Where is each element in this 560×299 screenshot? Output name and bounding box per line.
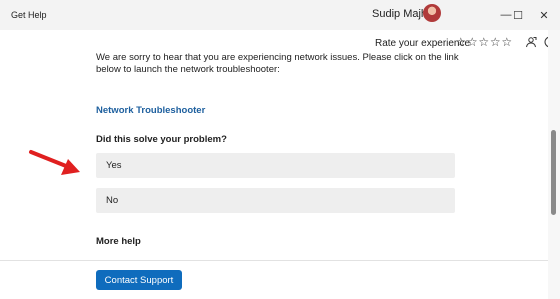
no-option-button[interactable]: No: [96, 188, 455, 213]
star-icon[interactable]: ☆: [455, 35, 467, 49]
no-label: No: [106, 195, 119, 206]
star-icon[interactable]: ☆: [478, 35, 490, 49]
app-title: Get Help: [11, 10, 47, 20]
star-icon[interactable]: ☆: [467, 35, 479, 49]
star-icon[interactable]: ☆: [490, 35, 502, 49]
contact-support-label: Contact Support: [104, 274, 174, 286]
footer-divider: [0, 260, 548, 261]
more-help-heading: More help: [96, 236, 141, 247]
red-arrow-icon: [29, 150, 80, 175]
yes-option-button[interactable]: Yes: [96, 153, 455, 178]
contact-support-button[interactable]: Contact Support: [96, 270, 182, 290]
star-rating[interactable]: ☆ ☆ ☆ ☆ ☆: [455, 35, 513, 49]
network-troubleshooter-link[interactable]: Network Troubleshooter: [96, 105, 205, 116]
share-icon[interactable]: [524, 35, 538, 49]
scrollbar-thumb[interactable]: [551, 130, 556, 215]
avatar[interactable]: [423, 4, 441, 22]
feedback-question: Did this solve your problem?: [96, 134, 227, 145]
user-name[interactable]: Sudip Majhi: [372, 8, 429, 20]
star-icon[interactable]: ☆: [501, 35, 513, 49]
yes-label: Yes: [106, 160, 122, 171]
close-icon: ✕: [539, 9, 549, 22]
close-button[interactable]: ✕: [528, 0, 560, 30]
intro-text: We are sorry to hear that you are experi…: [96, 52, 459, 75]
maximize-icon: ☐: [513, 9, 523, 22]
title-bar: Get Help Sudip Majhi — ☐ ✕: [0, 0, 560, 30]
